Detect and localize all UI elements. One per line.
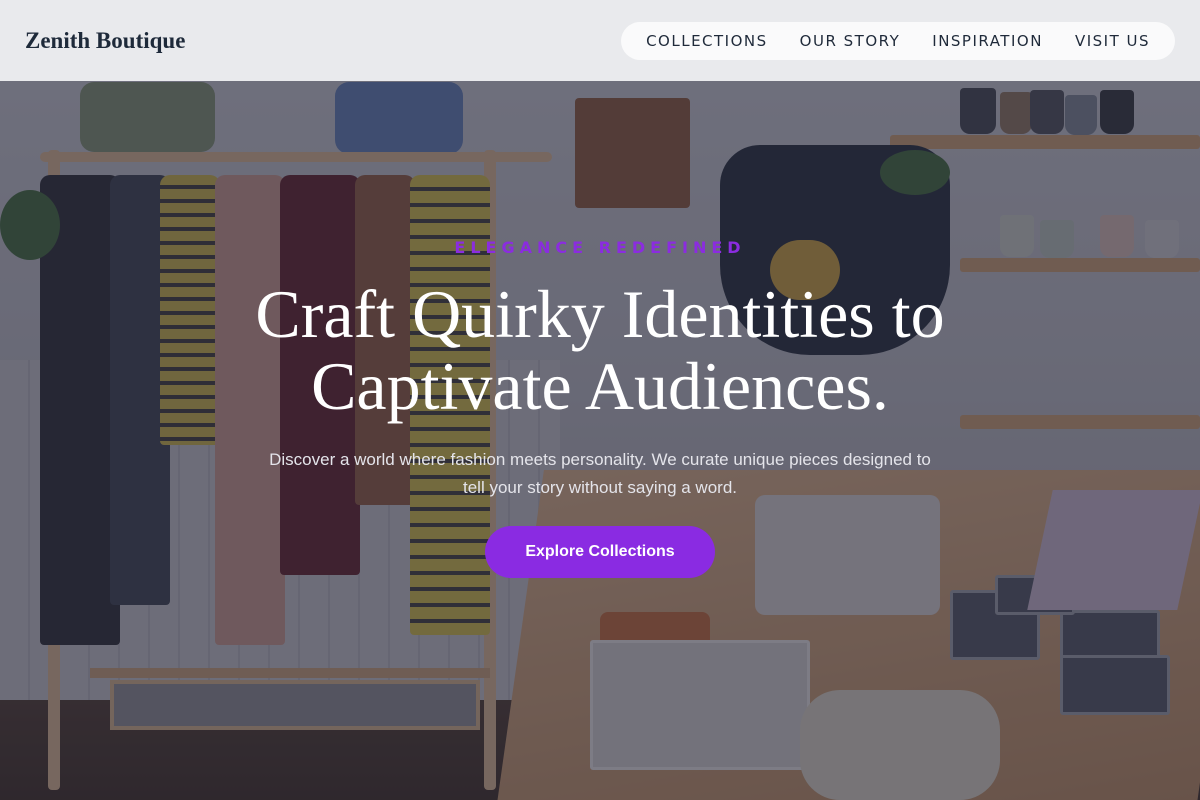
hero-headline-line-1: Craft Quirky Identities to <box>255 276 945 352</box>
page: Zenith Boutique COLLECTIONS OUR STORY IN… <box>0 0 1200 800</box>
hero-eyebrow: ELEGANCE REDEFINED <box>454 238 746 257</box>
explore-collections-button[interactable]: Explore Collections <box>485 526 715 578</box>
hero-headline-line-2: Captivate Audiences. <box>311 348 889 424</box>
hero-section: ELEGANCE REDEFINED Craft Quirky Identiti… <box>0 0 1200 800</box>
hero-headline: Craft Quirky Identities to Captivate Aud… <box>0 278 1200 422</box>
hero-description: Discover a world where fashion meets per… <box>269 450 931 497</box>
